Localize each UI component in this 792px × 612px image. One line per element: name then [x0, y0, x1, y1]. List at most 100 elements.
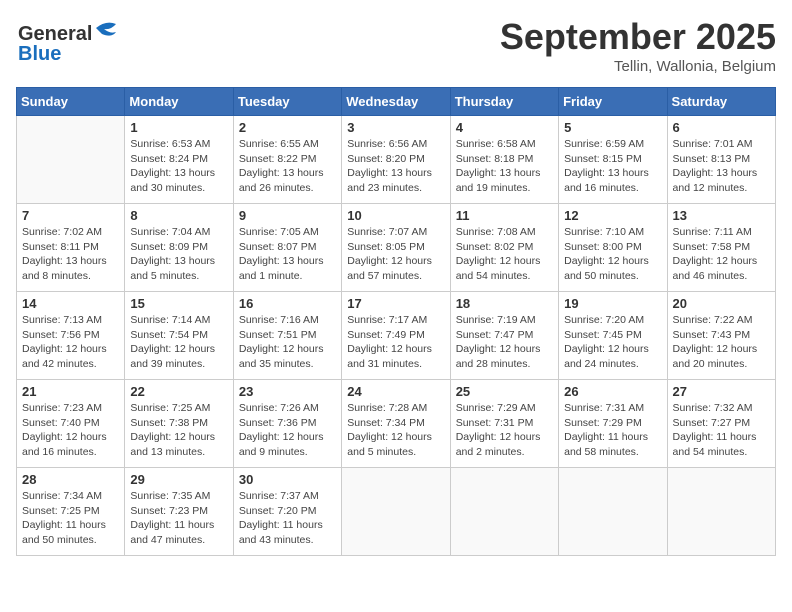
- calendar-cell: 22 Sunrise: 7:25 AM Sunset: 7:38 PM Dayli…: [125, 380, 233, 468]
- day-info: Sunrise: 7:23 AM Sunset: 7:40 PM Dayligh…: [22, 401, 119, 460]
- day-info: Sunrise: 6:56 AM Sunset: 8:20 PM Dayligh…: [347, 137, 444, 196]
- calendar-cell: 8 Sunrise: 7:04 AM Sunset: 8:09 PM Daylig…: [125, 204, 233, 292]
- calendar-cell: 10Sunrise: 7:07 AM Sunset: 8:05 PM Dayli…: [342, 204, 450, 292]
- calendar-cell: [342, 468, 450, 556]
- day-number: 17: [347, 296, 444, 311]
- calendar-cell: 23 Sunrise: 7:26 AM Sunset: 7:36 PM Dayli…: [233, 380, 341, 468]
- day-info: Sunrise: 6:59 AM Sunset: 8:15 PM Dayligh…: [564, 137, 661, 196]
- day-info: Sunrise: 7:34 AM Sunset: 7:25 PM Dayligh…: [22, 489, 119, 548]
- day-info: Sunrise: 7:37 AM Sunset: 7:20 PM Dayligh…: [239, 489, 336, 548]
- calendar-cell: 7 Sunrise: 7:02 AM Sunset: 8:11 PM Daylig…: [17, 204, 125, 292]
- calendar-cell: 4 Sunrise: 6:58 AM Sunset: 8:18 PM Daylig…: [450, 116, 558, 204]
- day-number: 2: [239, 120, 336, 135]
- day-info: Sunrise: 7:04 AM Sunset: 8:09 PM Dayligh…: [130, 225, 227, 284]
- day-number: 19: [564, 296, 661, 311]
- day-info: Sunrise: 7:13 AM Sunset: 7:56 PM Dayligh…: [22, 313, 119, 372]
- calendar-cell: 17 Sunrise: 7:17 AM Sunset: 7:49 PM Dayli…: [342, 292, 450, 380]
- day-info: Sunrise: 7:29 AM Sunset: 7:31 PM Dayligh…: [456, 401, 553, 460]
- page-header: General Blue September 2025 Tellin, Wall…: [16, 16, 776, 75]
- calendar-cell: [450, 468, 558, 556]
- day-info: Sunrise: 6:53 AM Sunset: 8:24 PM Dayligh…: [130, 137, 227, 196]
- day-number: 27: [673, 384, 770, 399]
- calendar-cell: [559, 468, 667, 556]
- day-number: 8: [130, 208, 227, 223]
- day-info: Sunrise: 7:07 AM Sunset: 8:05 PM Dayligh…: [347, 225, 444, 284]
- day-number: 24: [347, 384, 444, 399]
- day-number: 11: [456, 208, 553, 223]
- calendar-cell: 2 Sunrise: 6:55 AM Sunset: 8:22 PM Daylig…: [233, 116, 341, 204]
- week-row: 7 Sunrise: 7:02 AM Sunset: 8:11 PM Daylig…: [17, 204, 776, 292]
- day-number: 23: [239, 384, 336, 399]
- calendar-cell: 6Sunrise: 7:01 AM Sunset: 8:13 PM Daylig…: [667, 116, 775, 204]
- day-number: 6: [673, 120, 770, 135]
- calendar-cell: 30 Sunrise: 7:37 AM Sunset: 7:20 PM Dayli…: [233, 468, 341, 556]
- day-info: Sunrise: 7:28 AM Sunset: 7:34 PM Dayligh…: [347, 401, 444, 460]
- calendar-cell: 3 Sunrise: 6:56 AM Sunset: 8:20 PM Daylig…: [342, 116, 450, 204]
- calendar-cell: 19 Sunrise: 7:20 AM Sunset: 7:45 PM Dayli…: [559, 292, 667, 380]
- calendar-cell: 28 Sunrise: 7:34 AM Sunset: 7:25 PM Dayli…: [17, 468, 125, 556]
- calendar-cell: 24 Sunrise: 7:28 AM Sunset: 7:34 PM Dayli…: [342, 380, 450, 468]
- weekday-header: Saturday: [667, 88, 775, 116]
- calendar-cell: 20Sunrise: 7:22 AM Sunset: 7:43 PM Dayli…: [667, 292, 775, 380]
- calendar-cell: 25 Sunrise: 7:29 AM Sunset: 7:31 PM Dayli…: [450, 380, 558, 468]
- title-block: September 2025 Tellin, Wallonia, Belgium: [500, 16, 776, 75]
- day-info: Sunrise: 7:11 AM Sunset: 7:58 PM Dayligh…: [673, 225, 770, 284]
- weekday-header: Sunday: [17, 88, 125, 116]
- day-number: 1: [130, 120, 227, 135]
- day-info: Sunrise: 7:22 AM Sunset: 7:43 PM Dayligh…: [673, 313, 770, 372]
- day-info: Sunrise: 6:58 AM Sunset: 8:18 PM Dayligh…: [456, 137, 553, 196]
- day-number: 26: [564, 384, 661, 399]
- weekday-header: Tuesday: [233, 88, 341, 116]
- calendar-cell: 14 Sunrise: 7:13 AM Sunset: 7:56 PM Dayli…: [17, 292, 125, 380]
- week-row: 21 Sunrise: 7:23 AM Sunset: 7:40 PM Dayli…: [17, 380, 776, 468]
- day-number: 25: [456, 384, 553, 399]
- logo: General Blue: [16, 16, 126, 64]
- day-number: 12: [564, 208, 661, 223]
- day-info: Sunrise: 7:26 AM Sunset: 7:36 PM Dayligh…: [239, 401, 336, 460]
- week-row: 1 Sunrise: 6:53 AM Sunset: 8:24 PM Daylig…: [17, 116, 776, 204]
- day-number: 21: [22, 384, 119, 399]
- calendar-cell: 27 Sunrise: 7:32 AM Sunset: 7:27 PM Dayli…: [667, 380, 775, 468]
- calendar-cell: 9 Sunrise: 7:05 AM Sunset: 8:07 PM Daylig…: [233, 204, 341, 292]
- day-info: Sunrise: 7:31 AM Sunset: 7:29 PM Dayligh…: [564, 401, 661, 460]
- day-info: Sunrise: 7:32 AM Sunset: 7:27 PM Dayligh…: [673, 401, 770, 460]
- day-number: 16: [239, 296, 336, 311]
- calendar-cell: 16 Sunrise: 7:16 AM Sunset: 7:51 PM Dayli…: [233, 292, 341, 380]
- day-number: 22: [130, 384, 227, 399]
- calendar-cell: 12 Sunrise: 7:10 AM Sunset: 8:00 PM Dayli…: [559, 204, 667, 292]
- day-number: 30: [239, 472, 336, 487]
- logo-svg: General Blue: [16, 16, 126, 64]
- calendar-cell: [17, 116, 125, 204]
- weekday-header-row: SundayMondayTuesdayWednesdayThursdayFrid…: [17, 88, 776, 116]
- calendar-cell: 11Sunrise: 7:08 AM Sunset: 8:02 PM Dayli…: [450, 204, 558, 292]
- day-info: Sunrise: 7:10 AM Sunset: 8:00 PM Dayligh…: [564, 225, 661, 284]
- day-info: Sunrise: 7:16 AM Sunset: 7:51 PM Dayligh…: [239, 313, 336, 372]
- svg-text:Blue: Blue: [18, 43, 61, 64]
- day-number: 28: [22, 472, 119, 487]
- day-info: Sunrise: 7:35 AM Sunset: 7:23 PM Dayligh…: [130, 489, 227, 548]
- svg-text:General: General: [18, 23, 92, 45]
- day-number: 5: [564, 120, 661, 135]
- calendar-cell: 29Sunrise: 7:35 AM Sunset: 7:23 PM Dayli…: [125, 468, 233, 556]
- day-number: 4: [456, 120, 553, 135]
- day-number: 3: [347, 120, 444, 135]
- day-number: 13: [673, 208, 770, 223]
- day-info: Sunrise: 7:17 AM Sunset: 7:49 PM Dayligh…: [347, 313, 444, 372]
- day-number: 7: [22, 208, 119, 223]
- calendar-cell: 18Sunrise: 7:19 AM Sunset: 7:47 PM Dayli…: [450, 292, 558, 380]
- day-info: Sunrise: 7:05 AM Sunset: 8:07 PM Dayligh…: [239, 225, 336, 284]
- weekday-header: Monday: [125, 88, 233, 116]
- day-info: Sunrise: 6:55 AM Sunset: 8:22 PM Dayligh…: [239, 137, 336, 196]
- day-info: Sunrise: 7:14 AM Sunset: 7:54 PM Dayligh…: [130, 313, 227, 372]
- calendar-cell: 26 Sunrise: 7:31 AM Sunset: 7:29 PM Dayli…: [559, 380, 667, 468]
- week-row: 14 Sunrise: 7:13 AM Sunset: 7:56 PM Dayli…: [17, 292, 776, 380]
- day-number: 15: [130, 296, 227, 311]
- day-number: 14: [22, 296, 119, 311]
- calendar-cell: 5 Sunrise: 6:59 AM Sunset: 8:15 PM Daylig…: [559, 116, 667, 204]
- day-info: Sunrise: 7:02 AM Sunset: 8:11 PM Dayligh…: [22, 225, 119, 284]
- calendar-table: SundayMondayTuesdayWednesdayThursdayFrid…: [16, 87, 776, 556]
- day-info: Sunrise: 7:25 AM Sunset: 7:38 PM Dayligh…: [130, 401, 227, 460]
- day-info: Sunrise: 7:20 AM Sunset: 7:45 PM Dayligh…: [564, 313, 661, 372]
- day-number: 9: [239, 208, 336, 223]
- location-subtitle: Tellin, Wallonia, Belgium: [500, 58, 776, 75]
